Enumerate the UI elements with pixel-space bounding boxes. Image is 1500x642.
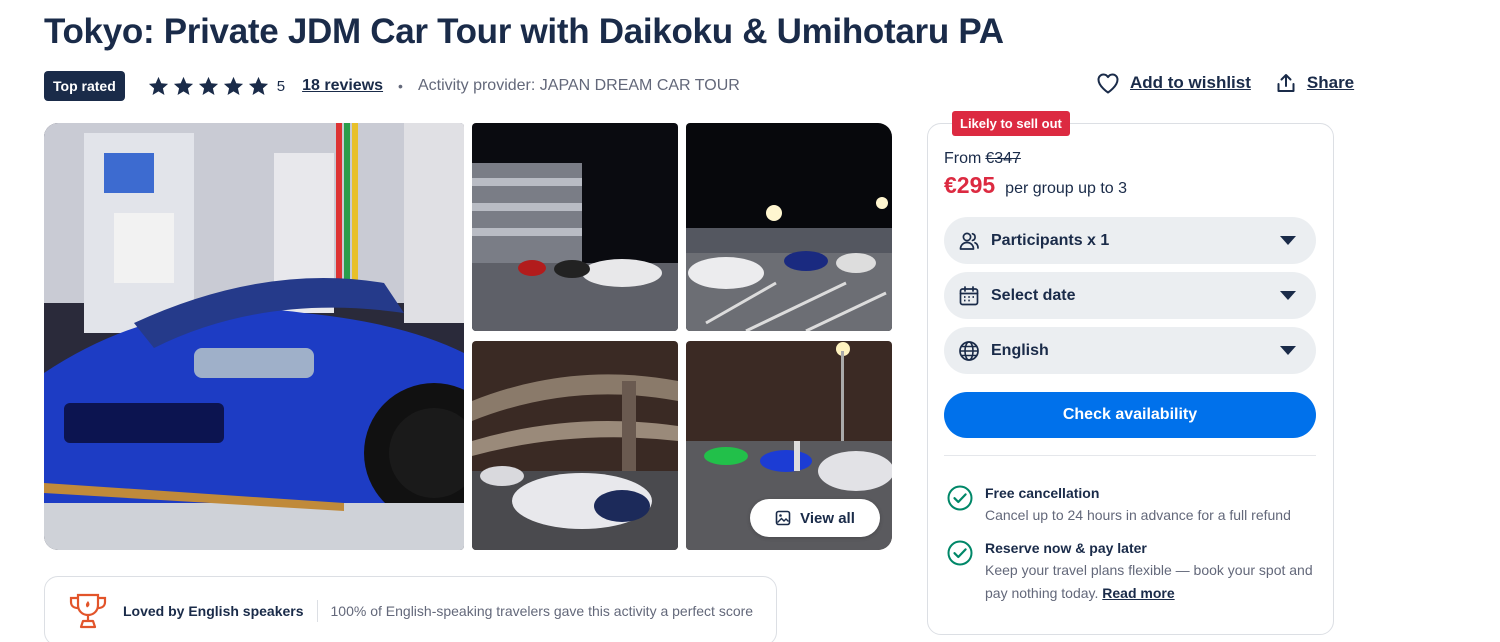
- star-icon: [173, 76, 193, 95]
- price-amount: €295: [944, 172, 996, 198]
- date-select[interactable]: Select date: [944, 272, 1316, 319]
- read-more-link[interactable]: Read more: [1102, 585, 1174, 601]
- chevron-down-icon: [1280, 291, 1296, 300]
- view-all-label: View all: [800, 509, 855, 527]
- page-title: Tokyo: Private JDM Car Tour with Daikoku…: [44, 12, 1004, 51]
- gallery-photo-4[interactable]: [472, 341, 678, 550]
- chevron-down-icon: [1280, 346, 1296, 355]
- calendar-icon: [959, 285, 979, 305]
- language-label: English: [991, 341, 1049, 359]
- check-circle-icon: [947, 485, 973, 511]
- heart-icon: [1097, 73, 1119, 94]
- from-label: From: [944, 150, 982, 167]
- rating-value: 5: [276, 77, 286, 95]
- check-availability-button[interactable]: Check availability: [944, 392, 1316, 438]
- blue-skyline-car-image: [44, 123, 464, 550]
- highway-loop-image: [472, 341, 678, 550]
- loved-by-english-speakers: Loved by English speakers 100% of Englis…: [44, 576, 777, 642]
- loved-label: Loved by English speakers: [123, 603, 304, 619]
- separator-dot: •: [398, 78, 403, 94]
- top-rated-badge: Top rated: [44, 71, 125, 101]
- star-icon: [148, 76, 168, 95]
- page-actions: Add to wishlist Share: [1096, 72, 1354, 94]
- people-icon: [959, 232, 979, 250]
- wishlist-label: Add to wishlist: [1130, 73, 1251, 92]
- globe-icon: [959, 340, 979, 361]
- image-icon: [775, 510, 791, 526]
- star-rating: [147, 75, 270, 98]
- star-icon: [248, 76, 268, 95]
- price-unit: per group up to 3: [1005, 180, 1128, 197]
- chevron-down-icon: [1280, 236, 1296, 245]
- likely-to-sell-out-badge: Likely to sell out: [952, 111, 1070, 136]
- view-all-button[interactable]: View all: [750, 499, 880, 537]
- participants-select[interactable]: Participants x 1: [944, 217, 1316, 264]
- feature-description: Keep your travel plans flexible — book y…: [985, 559, 1315, 605]
- trophy-icon: [69, 593, 107, 629]
- share-label: Share: [1306, 73, 1355, 92]
- feature-reserve-now: Reserve now & pay later Keep your travel…: [947, 540, 1315, 605]
- add-to-wishlist-button[interactable]: Add to wishlist: [1096, 72, 1251, 94]
- check-circle-icon: [947, 540, 973, 566]
- date-label: Select date: [991, 286, 1076, 304]
- night-parking-image: [472, 123, 678, 331]
- from-price: From €347: [944, 150, 1021, 168]
- language-select[interactable]: English: [944, 327, 1316, 374]
- night-car-meet-image: [686, 123, 892, 331]
- gallery-photo-3[interactable]: [686, 123, 892, 331]
- main-photo[interactable]: [44, 123, 464, 550]
- divider: [944, 455, 1316, 456]
- current-price: €295 per group up to 3: [944, 172, 1127, 199]
- loved-description: 100% of English-speaking travelers gave …: [330, 603, 754, 619]
- star-icon: [198, 76, 218, 95]
- star-icon: [223, 76, 243, 95]
- share-button[interactable]: Share: [1275, 72, 1354, 94]
- feature-title: Reserve now & pay later: [985, 540, 1147, 556]
- divider: [316, 600, 318, 622]
- share-icon: [1277, 74, 1295, 92]
- rating-row: Top rated 5 18 reviews • Activity provid…: [44, 71, 744, 101]
- activity-provider: Activity provider: JAPAN DREAM CAR TOUR: [417, 77, 740, 94]
- feature-title: Free cancellation: [985, 485, 1100, 501]
- reviews-link[interactable]: 18 reviews: [302, 77, 383, 95]
- original-price: €347: [985, 150, 1021, 167]
- feature-description: Cancel up to 24 hours in advance for a f…: [985, 507, 1291, 523]
- gallery-photo-2[interactable]: [472, 123, 678, 331]
- participants-label: Participants x 1: [991, 231, 1110, 249]
- feature-free-cancellation: Free cancellation Cancel up to 24 hours …: [947, 485, 1291, 527]
- photo-gallery: View all: [44, 123, 892, 550]
